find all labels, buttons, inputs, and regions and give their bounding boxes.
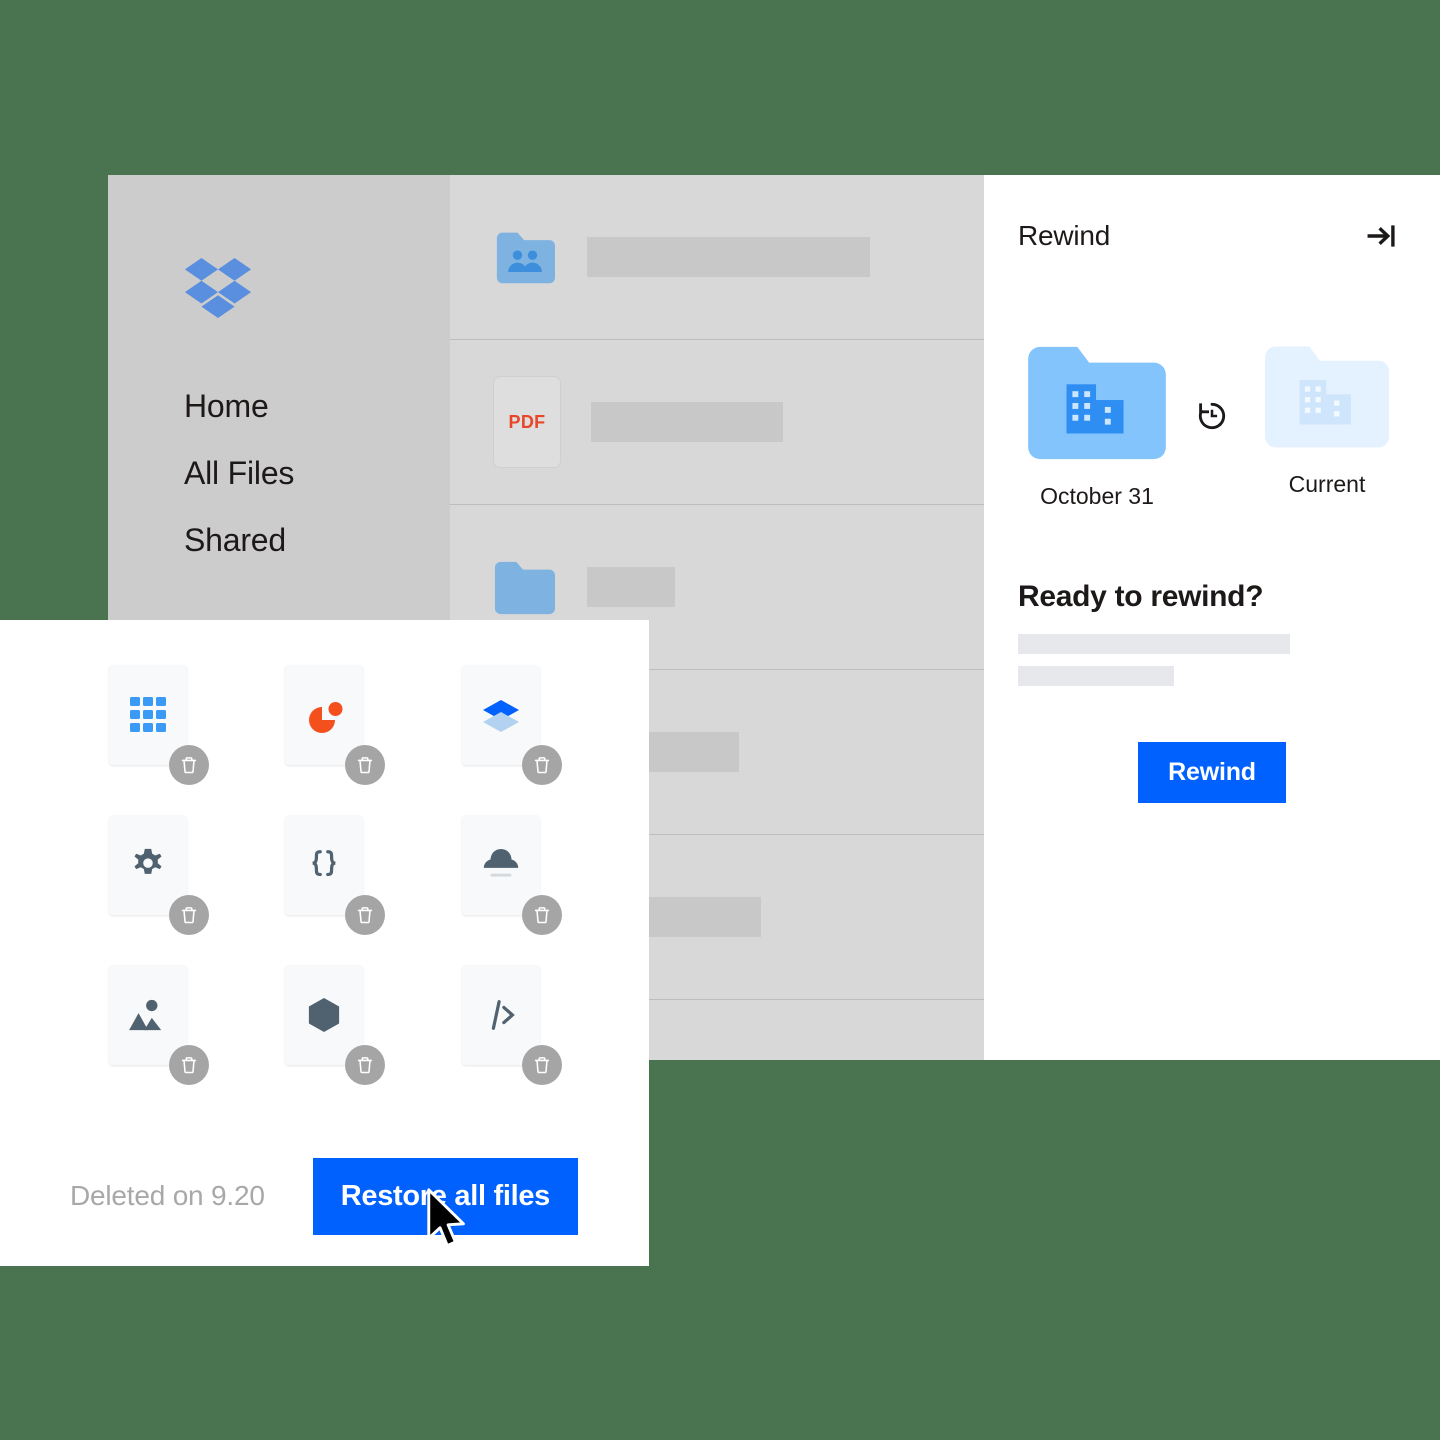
- restore-all-files-button[interactable]: Restore all files: [312, 1157, 578, 1235]
- list-item[interactable]: [413, 665, 589, 785]
- history-rewind-icon: [1188, 343, 1236, 434]
- folder-comparison: October 31 Current: [984, 343, 1440, 510]
- trash-icon: [521, 745, 562, 785]
- deleted-files-panel: Deleted on 9.20 Restore all files: [0, 620, 649, 1266]
- trash-icon: [345, 895, 386, 935]
- trash-icon: [169, 745, 210, 785]
- list-item[interactable]: [60, 965, 236, 1085]
- trash-icon: [345, 1045, 386, 1085]
- deleted-files-grid: [0, 620, 649, 1085]
- folder-past-caption: October 31: [1040, 483, 1154, 509]
- image-icon: [109, 965, 210, 1085]
- trash-icon: [521, 1045, 562, 1085]
- file-name-placeholder: [591, 402, 783, 442]
- cloud-upload-icon: [461, 815, 562, 935]
- deleted-on-label: Deleted on 9.20: [70, 1180, 265, 1211]
- sidebar-item-all-files[interactable]: All Files: [184, 457, 424, 489]
- trash-icon: [521, 895, 562, 935]
- table-row[interactable]: PDF: [450, 340, 984, 505]
- code-slash-icon: [461, 965, 562, 1085]
- ready-to-rewind-section: Ready to rewind?: [984, 580, 1440, 686]
- table-row[interactable]: [450, 175, 984, 340]
- sidebar-item-shared[interactable]: Shared: [184, 524, 424, 556]
- folder-current-caption: Current: [1288, 471, 1366, 497]
- folder-current[interactable]: Current: [1256, 343, 1398, 498]
- trash-icon: [169, 895, 210, 935]
- sidebar-item-home[interactable]: Home: [184, 390, 424, 422]
- page-title: Ready to rewind?: [1018, 580, 1264, 613]
- rewind-button-container: Rewind: [984, 742, 1440, 803]
- grid-app-icon: [109, 665, 210, 785]
- trash-icon: [169, 1045, 210, 1085]
- gear-icon: [109, 815, 210, 935]
- dropbox-paper-icon: [461, 665, 562, 785]
- list-item[interactable]: [60, 815, 236, 935]
- file-name-placeholder: [587, 237, 870, 277]
- rewind-panel: Rewind October 31 Current Ready to rewin…: [984, 175, 1440, 1060]
- text-placeholder: [1018, 666, 1174, 686]
- rewind-button[interactable]: Rewind: [1138, 742, 1286, 803]
- folder-past[interactable]: October 31: [1026, 343, 1168, 510]
- list-item[interactable]: [236, 965, 412, 1085]
- trash-icon: [345, 745, 386, 785]
- list-item[interactable]: [413, 815, 589, 935]
- rewind-panel-header: Rewind: [984, 175, 1440, 255]
- list-item[interactable]: [60, 665, 236, 785]
- text-placeholder: [1018, 634, 1290, 654]
- list-item[interactable]: [236, 665, 412, 785]
- sidebar-nav: Home All Files Shared: [184, 390, 424, 591]
- collapse-right-icon[interactable]: [1362, 217, 1400, 255]
- file-name-placeholder: [587, 567, 675, 607]
- deleted-panel-footer: Deleted on 9.20 Restore all files: [0, 1126, 649, 1266]
- code-braces-icon: [285, 815, 386, 935]
- list-item[interactable]: [236, 815, 412, 935]
- list-item[interactable]: [413, 965, 589, 1085]
- pdf-label: PDF: [493, 376, 561, 468]
- dropbox-logo: [184, 258, 252, 318]
- pie-chart-icon: [285, 665, 386, 785]
- hexagon-icon: [285, 965, 386, 1085]
- rewind-panel-title: Rewind: [1018, 220, 1111, 251]
- pdf-file-icon: PDF: [493, 376, 561, 468]
- shared-folder-icon: [493, 225, 557, 289]
- folder-icon: [493, 555, 557, 619]
